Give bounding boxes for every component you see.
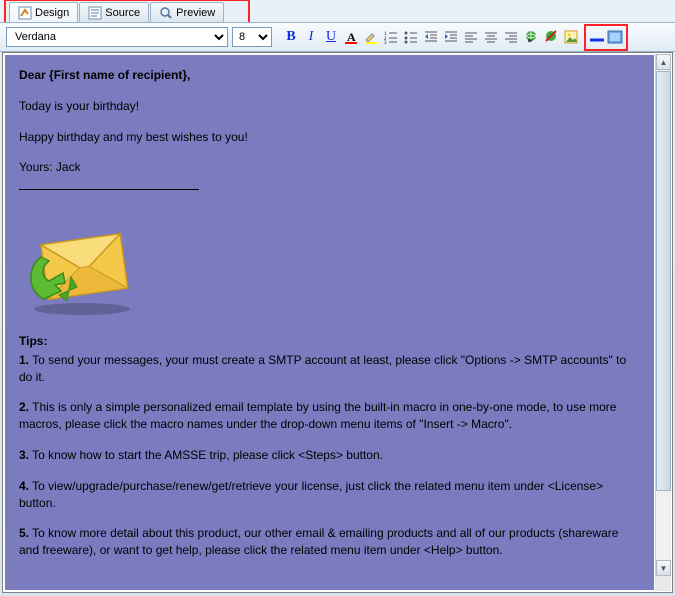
tab-label: Source <box>105 7 140 19</box>
outdent-button[interactable] <box>422 28 440 46</box>
svg-text:3: 3 <box>384 41 387 44</box>
tip-number: 1. <box>19 353 29 367</box>
ordered-list-button[interactable]: 123 <box>382 28 400 46</box>
envelope-image <box>19 209 149 319</box>
italic-button[interactable]: I <box>302 28 320 46</box>
salutation: Dear {First name of recipient}, <box>19 68 190 82</box>
font-family-select[interactable]: Verdana <box>6 27 228 47</box>
tip-text: To send your messages, your must create … <box>19 353 626 384</box>
tips-heading: Tips: <box>19 334 47 348</box>
preview-icon <box>159 6 173 20</box>
tab-preview[interactable]: Preview <box>150 2 224 22</box>
body-line: Today is your birthday! <box>19 98 640 115</box>
svg-text:A: A <box>347 30 356 44</box>
tab-design[interactable]: Design <box>9 2 78 22</box>
tip-number: 3. <box>19 448 29 462</box>
align-center-button[interactable] <box>482 28 500 46</box>
remove-link-button[interactable] <box>542 28 560 46</box>
scrollbar-corner <box>655 576 671 591</box>
format-toolbar: Verdana 8 B I U A 123 <box>0 22 675 52</box>
tip-text: To view/upgrade/purchase/renew/get/retri… <box>19 479 603 510</box>
design-icon <box>18 6 32 20</box>
bold-button[interactable]: B <box>282 28 300 46</box>
insert-hr-button[interactable] <box>588 28 606 46</box>
align-right-button[interactable] <box>502 28 520 46</box>
tip-text: To know how to start the AMSSE trip, ple… <box>29 448 383 462</box>
tip-text: This is only a simple personalized email… <box>19 400 616 431</box>
indent-button[interactable] <box>442 28 460 46</box>
underline-button[interactable]: U <box>322 28 340 46</box>
tip-number: 2. <box>19 400 29 414</box>
signoff: Yours: Jack <box>19 159 640 176</box>
unordered-list-button[interactable] <box>402 28 420 46</box>
tab-source[interactable]: Source <box>79 2 149 22</box>
separator-line <box>19 189 199 190</box>
scroll-down-button[interactable]: ▼ <box>656 560 671 576</box>
insert-image-button[interactable] <box>562 28 580 46</box>
tip-number: 5. <box>19 526 29 540</box>
scroll-thumb[interactable] <box>656 71 671 491</box>
special-buttons-group <box>584 24 628 51</box>
background-button[interactable] <box>606 28 624 46</box>
editor-body[interactable]: Dear {First name of recipient}, Today is… <box>5 55 654 590</box>
font-size-select[interactable]: 8 <box>232 27 272 47</box>
vertical-scrollbar[interactable]: ▲ ▼ <box>655 54 671 576</box>
tab-label: Design <box>35 7 69 19</box>
body-line: Happy birthday and my best wishes to you… <box>19 129 640 146</box>
tab-label: Preview <box>176 7 215 19</box>
highlight-button[interactable] <box>362 28 380 46</box>
source-icon <box>88 6 102 20</box>
tip-text: To know more detail about this product, … <box>19 526 618 557</box>
scroll-up-button[interactable]: ▲ <box>656 54 671 70</box>
insert-link-button[interactable] <box>522 28 540 46</box>
font-color-button[interactable]: A <box>342 28 360 46</box>
align-left-button[interactable] <box>462 28 480 46</box>
tab-bar: Design Source Preview <box>4 0 250 22</box>
tip-number: 4. <box>19 479 29 493</box>
editor-container: Dear {First name of recipient}, Today is… <box>2 52 673 593</box>
